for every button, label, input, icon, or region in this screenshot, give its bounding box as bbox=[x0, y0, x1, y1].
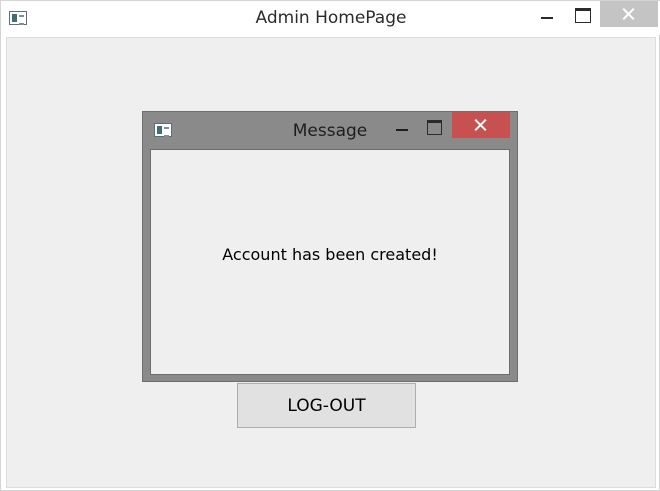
message-text: Account has been created! bbox=[222, 245, 438, 264]
window-title: Admin HomePage bbox=[255, 8, 407, 28]
message-dialog: Message Account has been created! bbox=[142, 111, 518, 382]
maximize-icon[interactable] bbox=[567, 1, 597, 27]
close-button[interactable] bbox=[452, 112, 510, 138]
dialog-titlebar[interactable]: Message bbox=[143, 112, 517, 148]
close-button[interactable] bbox=[600, 1, 658, 27]
minimize-icon[interactable] bbox=[389, 112, 419, 138]
dialog-client-area: Account has been created! bbox=[150, 149, 510, 375]
logout-button[interactable]: LOG-OUT bbox=[237, 383, 416, 428]
close-icon bbox=[623, 8, 636, 21]
maximize-icon[interactable] bbox=[423, 112, 447, 138]
close-icon bbox=[475, 119, 488, 132]
minimize-icon[interactable] bbox=[531, 1, 561, 27]
main-titlebar[interactable]: Admin HomePage bbox=[1, 1, 660, 35]
